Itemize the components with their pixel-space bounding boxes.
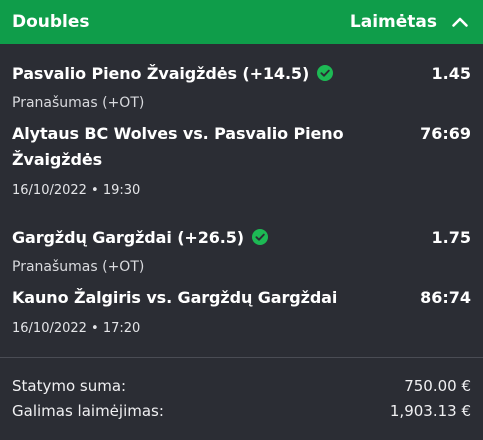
stake-value: 750.00 € [404,376,471,395]
bet-type-title: Doubles [12,12,90,32]
check-circle-icon [252,229,268,245]
bet-status: Laimėtas [349,12,437,32]
bet-card-header: Doubles Laimėtas [0,0,483,44]
event-name: Alytaus BC Wolves vs. Pasvalio Pieno Žva… [12,124,344,169]
selection-odds: 1.75 [431,227,471,247]
chevron-up-icon[interactable] [451,13,469,31]
selection-row: Gargždų Gargždai (+26.5) 1.75 [12,225,471,249]
selection-name: Pasvalio Pieno Žvaigždės (+14.5) [12,63,310,83]
divider [0,357,483,358]
event-datetime: 16/10/2022 • 17:20 [12,321,141,336]
market-name: Pranašumas (+OT) [12,259,145,275]
bet-card: Doubles Laimėtas Pasvalio Pieno Žvaigždė… [0,0,483,440]
potential-win-value: 1,903.13 € [389,401,471,420]
bet-summary: Statymo suma: 750.00 € Galimas laimėjima… [12,373,471,423]
bet-leg: Gargždų Gargždai (+26.5) 1.75 Pranašumas… [0,201,483,339]
final-score: 86:74 [420,288,471,307]
check-circle-icon [317,65,334,81]
event-row: Alytaus BC Wolves vs. Pasvalio Pieno Žva… [12,121,471,173]
selection-odds: 1.45 [431,63,471,83]
stake-row: Statymo suma: 750.00 € [12,373,471,398]
collapse-toggle[interactable]: Laimėtas [350,12,469,32]
event-row: Kauno Žalgiris vs. Gargždų Gargždai 86:7… [12,285,471,311]
selection-info: Gargždų Gargždai (+26.5) [12,228,268,247]
selection-name: Gargždų Gargždai (+26.5) [12,227,244,247]
event-name: Kauno Žalgiris vs. Gargždų Gargždai [12,288,338,307]
stake-label: Statymo suma: [12,376,127,395]
selection-row: Pasvalio Pieno Žvaigždės (+14.5) 1.45 [12,61,471,85]
final-score: 76:69 [420,124,471,143]
market-name: Pranašumas (+OT) [12,95,145,111]
event-datetime: 16/10/2022 • 19:30 [12,183,141,198]
potential-win-row: Galimas laimėjimas: 1,903.13 € [12,398,471,423]
selection-info: Pasvalio Pieno Žvaigždės (+14.5) [12,63,334,83]
potential-win-label: Galimas laimėjimas: [12,401,164,420]
bet-leg: Pasvalio Pieno Žvaigždės (+14.5) 1.45 Pr… [0,44,483,201]
